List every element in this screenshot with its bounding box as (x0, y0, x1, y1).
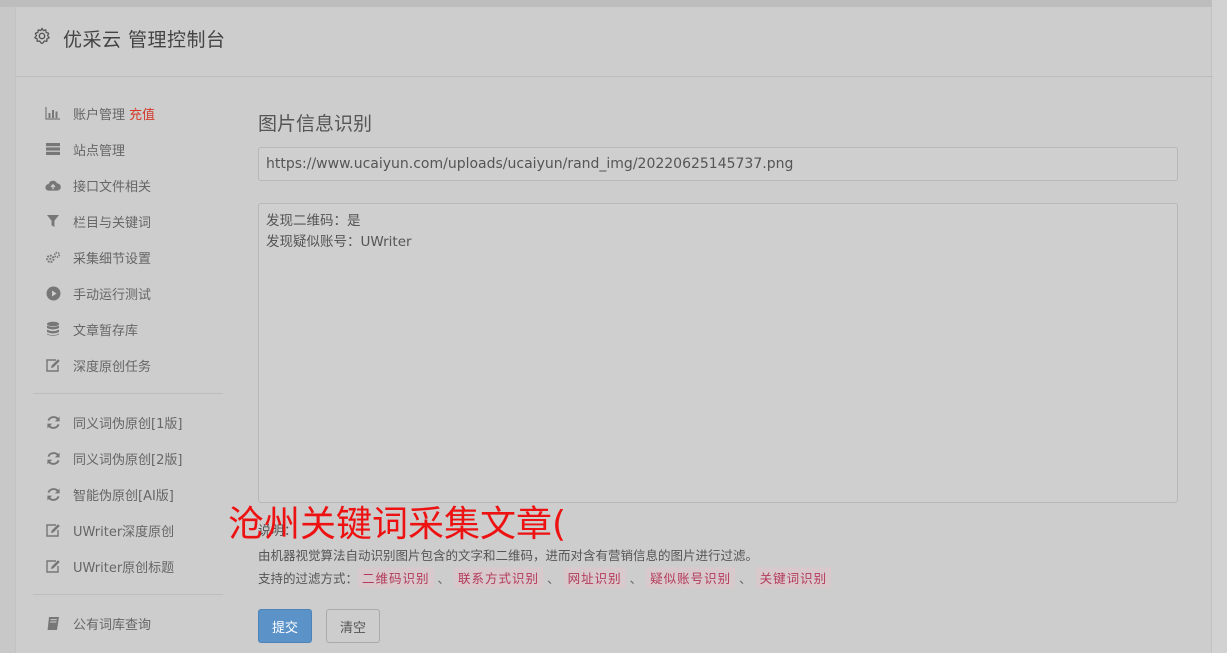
sidebar-divider (33, 393, 223, 394)
bar-chart-icon (45, 105, 61, 121)
sidebar-item-main-3[interactable]: 栏目与关键词 (33, 203, 223, 239)
sidebar-item-label: 手动运行测试 (73, 287, 152, 303)
sidebar-item-label: UWriter原创标题 (73, 560, 175, 576)
refresh-icon (45, 414, 61, 430)
edit-icon (45, 357, 61, 373)
console-panel: 优采云 管理控制台 账户管理 充值站点管理接口文件相关 栏目与关键词 采集细节设置 手动… (15, 7, 1213, 653)
sidebar-item-lexicon-0[interactable]: 公有词库查询 (33, 605, 223, 641)
sidebar-item-main-2[interactable]: 接口文件相关 (33, 167, 223, 203)
server-icon (45, 141, 61, 157)
method-separator: 、 (547, 571, 560, 586)
description-text: 由机器视觉算法自动识别图片包含的文字和二维码，进而对含有营销信息的图片进行过滤。 (258, 548, 759, 563)
sidebar-group-main: 账户管理 充值站点管理接口文件相关 栏目与关键词 采集细节设置 手动运行测试 文章暂存库深… (33, 95, 223, 383)
method-separator: 、 (437, 571, 451, 586)
sidebar-item-main-1[interactable]: 站点管理 (33, 131, 223, 167)
method-tag-account: 疑似账号识别 (646, 567, 736, 588)
database-icon (45, 321, 61, 337)
cogs-icon (45, 249, 61, 265)
sidebar-item-rewrite-2[interactable]: 智能伪原创[AI版] (33, 476, 223, 512)
top-strip (0, 0, 1227, 7)
sidebar-item-main-5[interactable]: 手动运行测试 (33, 275, 223, 311)
filter-icon (45, 213, 61, 229)
sidebar-item-label: 同义词伪原创[1版] (73, 416, 183, 432)
sidebar: 账户管理 充值站点管理接口文件相关 栏目与关键词 采集细节设置 手动运行测试 文章暂存库深… (33, 95, 223, 641)
sidebar-item-main-7[interactable]: 深度原创任务 (33, 347, 223, 383)
sidebar-item-label: UWriter深度原创 (73, 524, 175, 540)
page-title: 优采云 管理控制台 (63, 29, 226, 51)
method-tag-keyword: 关键词识别 (755, 567, 832, 588)
page-header: 优采云 管理控制台 (16, 7, 1213, 77)
sidebar-item-rewrite-1[interactable]: 同义词伪原创[2版] (33, 440, 223, 476)
sidebar-item-label: 文章暂存库 (73, 323, 139, 339)
sidebar-item-label: 同义词伪原创[2版] (73, 452, 183, 468)
submit-button[interactable]: 提交 (258, 609, 312, 643)
method-separator: 、 (739, 571, 752, 586)
edit-icon (45, 522, 61, 538)
sidebar-item-main-6[interactable]: 文章暂存库 (33, 311, 223, 347)
book-icon (45, 615, 61, 631)
sidebar-item-rewrite-4[interactable]: UWriter原创标题 (33, 548, 223, 584)
gear-icon (34, 27, 50, 44)
sidebar-item-label: 栏目与关键词 (73, 215, 152, 231)
sidebar-item-label: 站点管理 (73, 143, 126, 159)
filter-methods-label: 支持的过滤方式： (258, 571, 359, 586)
sidebar-item-label: 智能伪原创[AI版] (73, 488, 174, 504)
filter-methods: 支持的过滤方式： 二维码识别 、 联系方式识别 、 网址识别 、 疑似账号识别 … (258, 567, 832, 588)
watermark-overlay-text: 沧州关键词采集文章( (228, 504, 567, 545)
method-tag-url: 网址识别 (563, 567, 626, 588)
clear-button[interactable]: 清空 (326, 609, 380, 643)
recognition-result-textarea[interactable]: 发现二维码：是 发现疑似账号：UWriter (258, 203, 1178, 503)
play-circle-icon (45, 285, 61, 301)
sidebar-item-main-0[interactable]: 账户管理 充值 (33, 95, 223, 131)
result-line-qrcode: 发现二维码：是 (266, 213, 361, 229)
sidebar-divider (33, 594, 223, 595)
result-line-account: 发现疑似账号：UWriter (266, 234, 412, 250)
sidebar-group-rewrite: 同义词伪原创[1版] 同义词伪原创[2版] 智能伪原创[AI版] UWriter深度原… (33, 404, 223, 584)
sidebar-item-label: 公有词库查询 (73, 617, 152, 633)
image-url-input[interactable] (258, 147, 1178, 181)
refresh-icon (45, 486, 61, 502)
edit-icon (45, 558, 61, 574)
sidebar-item-label: 深度原创任务 (73, 359, 152, 375)
right-strip (1212, 0, 1227, 653)
method-separator: 、 (629, 571, 643, 586)
method-tag-contact: 联系方式识别 (454, 567, 544, 588)
recharge-badge-link[interactable]: 充值 (129, 104, 155, 123)
sidebar-item-rewrite-0[interactable]: 同义词伪原创[1版] (33, 404, 223, 440)
cloud-upload-icon (45, 177, 61, 193)
sidebar-item-main-4[interactable]: 采集细节设置 (33, 239, 223, 275)
sidebar-item-rewrite-3[interactable]: UWriter深度原创 (33, 512, 223, 548)
sidebar-item-label: 接口文件相关 (73, 179, 152, 195)
sidebar-item-label: 采集细节设置 (73, 251, 152, 267)
sidebar-group-lexicon: 公有词库查询 (33, 605, 223, 641)
sidebar-item-label: 账户管理 (73, 107, 126, 123)
method-tag-qrcode: 二维码识别 (358, 567, 434, 588)
section-heading: 图片信息识别 (258, 113, 373, 135)
refresh-icon (45, 450, 61, 466)
